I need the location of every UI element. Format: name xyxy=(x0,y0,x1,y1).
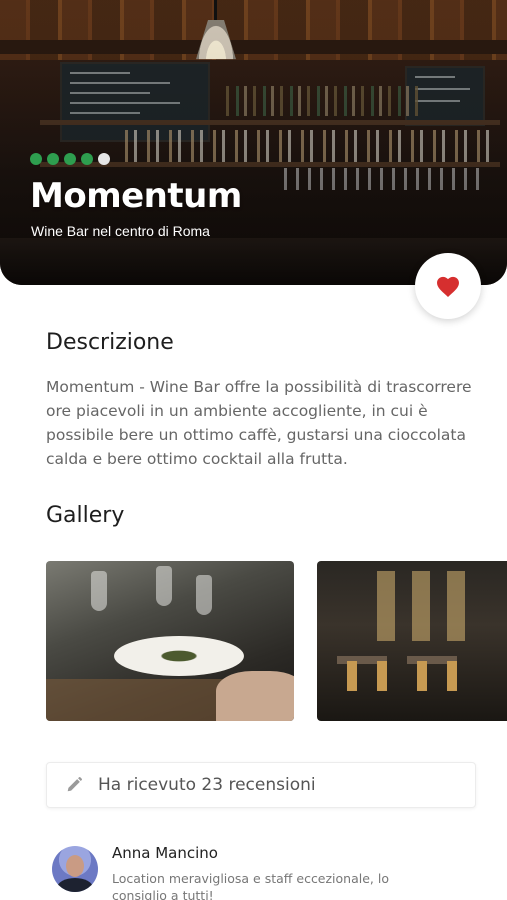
avatar xyxy=(52,846,98,892)
photo-glass xyxy=(91,571,107,611)
rating-dot-filled xyxy=(30,153,42,165)
photo-glass xyxy=(196,575,212,615)
photo-chair xyxy=(377,661,387,691)
rating-dot-filled xyxy=(47,153,59,165)
photo-hand xyxy=(216,671,294,721)
avatar-body xyxy=(57,878,93,892)
photo-chair xyxy=(417,661,427,691)
description-text: Momentum - Wine Bar offre la possibilità… xyxy=(46,378,472,468)
photo-plate xyxy=(114,636,244,676)
avatar-face xyxy=(66,855,84,877)
photo-window xyxy=(447,571,465,641)
photo-window xyxy=(412,571,430,641)
review-author: Anna Mancino xyxy=(112,844,218,862)
gallery-title: Gallery xyxy=(46,503,125,528)
heart-icon xyxy=(437,276,459,297)
hero-image: Momentum Wine Bar nel centro di Roma xyxy=(0,0,507,285)
rating-dot-filled xyxy=(64,153,76,165)
review-text: Location meravigliosa e staff eccezional… xyxy=(112,871,389,900)
favorite-button[interactable] xyxy=(415,253,481,319)
pencil-icon xyxy=(67,776,83,792)
hero-overlay xyxy=(0,0,507,285)
rating-dots xyxy=(30,153,110,165)
reviews-count-text: Ha ricevuto 23 recensioni xyxy=(98,775,316,795)
photo-glass xyxy=(156,566,172,606)
rating-dot-filled xyxy=(81,153,93,165)
restaurant-interior-photo[interactable] xyxy=(317,561,507,721)
reviews-button[interactable]: Ha ricevuto 23 recensioni xyxy=(46,762,476,808)
review-item: Anna Mancino Location meravigliosa e sta… xyxy=(52,844,492,900)
venue-name: Momentum xyxy=(30,176,242,216)
description-title: Descrizione xyxy=(46,330,174,355)
photo-window xyxy=(377,571,395,641)
rating-dot-empty xyxy=(98,153,110,165)
photo-chair xyxy=(447,661,457,691)
venue-subtitle: Wine Bar nel centro di Roma xyxy=(31,223,210,239)
restaurant-table-photo[interactable] xyxy=(46,561,294,721)
photo-chair xyxy=(347,661,357,691)
gallery-carousel[interactable] xyxy=(46,561,507,721)
